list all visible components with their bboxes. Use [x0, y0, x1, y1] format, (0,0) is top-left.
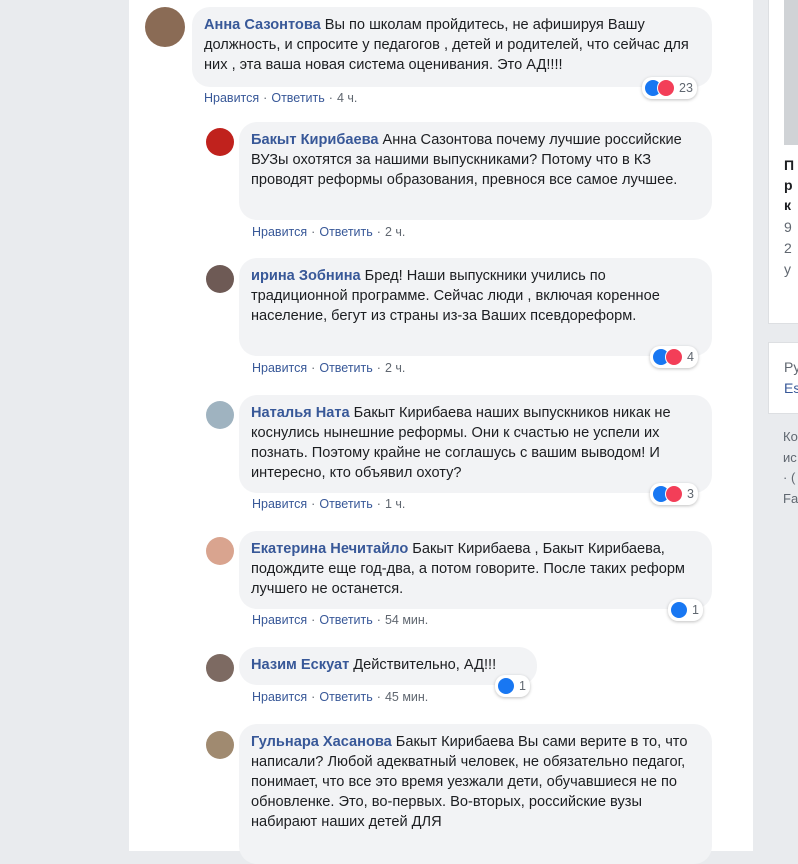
reply-link[interactable]: Ответить [319, 613, 372, 627]
reactions-badge[interactable]: 1 [495, 675, 530, 697]
sidebar-card: П р к 9 2 у [768, 0, 798, 324]
reply-link[interactable]: Ответить [319, 497, 372, 511]
sidebar-text: П [784, 157, 795, 173]
footer-link[interactable]: Fa [783, 491, 798, 506]
sidebar-text: р [784, 177, 793, 193]
like-reaction-icon [497, 677, 515, 695]
comment-actions: Нравится · Ответить · 1 ч. [252, 497, 406, 511]
avatar[interactable] [206, 537, 234, 565]
reply-link[interactable]: Ответить [319, 690, 372, 704]
footer-link[interactable]: · ( [783, 470, 795, 485]
language-link[interactable]: Es [784, 380, 798, 396]
reactions-badge[interactable]: 3 [650, 483, 698, 505]
comment-actions: Нравится · Ответить · 2 ч. [252, 361, 406, 375]
comment-time[interactable]: 45 мин. [385, 690, 428, 704]
sidebar-text: к [784, 197, 792, 213]
reaction-count: 23 [679, 81, 693, 95]
comment-author[interactable]: Назим Ескуат [251, 657, 349, 673]
avatar[interactable] [206, 401, 234, 429]
reactions-badge[interactable]: 1 [668, 599, 703, 621]
reaction-count: 1 [692, 603, 699, 617]
comment-author[interactable]: Екатерина Нечитайло [251, 541, 408, 557]
comment-bubble: Наталья Ната Бакыт Кирибаева наших выпуск… [239, 395, 712, 493]
reaction-count: 4 [687, 350, 694, 364]
reactions-badge[interactable]: 4 [650, 346, 698, 368]
sidebar-card-image[interactable] [784, 0, 798, 145]
comment-actions: Нравится · Ответить · 4 ч. [204, 91, 358, 105]
comment-author[interactable]: Наталья Ната [251, 405, 350, 421]
comment-bubble: ирина Зобнина Бред! Наши выпускники учили… [239, 258, 712, 356]
comment-actions: Нравится · Ответить · 45 мин. [252, 690, 429, 704]
comment-bubble: Гульнара Хасанова Бакыт Кирибаева Вы сами… [239, 724, 712, 864]
like-reaction-icon [670, 601, 688, 619]
avatar[interactable] [206, 731, 234, 759]
comment-time[interactable]: 54 мин. [385, 613, 428, 627]
reply-link[interactable]: Ответить [319, 361, 372, 375]
right-sidebar: П р к 9 2 у Ру Es Ко ис · ( Fa [768, 0, 798, 851]
sidebar-text: 2 [784, 240, 792, 256]
like-link[interactable]: Нравится [252, 497, 307, 511]
love-reaction-icon [665, 348, 683, 366]
language-link[interactable]: Ру [784, 359, 798, 375]
comment-author[interactable]: Гульнара Хасанова [251, 734, 392, 750]
comment-time[interactable]: 2 ч. [385, 361, 405, 375]
like-link[interactable]: Нравится [252, 361, 307, 375]
love-reaction-icon [665, 485, 683, 503]
comment-time[interactable]: 4 ч. [337, 91, 357, 105]
comment-time[interactable]: 2 ч. [385, 225, 405, 239]
like-link[interactable]: Нравится [252, 690, 307, 704]
love-reaction-icon [657, 79, 675, 97]
footer-link[interactable]: Ко [783, 429, 798, 444]
comment-text: Действительно, АД!!! [353, 657, 497, 673]
avatar[interactable] [206, 265, 234, 293]
like-link[interactable]: Нравится [252, 613, 307, 627]
sidebar-text: 9 [784, 219, 792, 235]
comment-author[interactable]: Анна Сазонтова [204, 17, 321, 33]
reply-link[interactable]: Ответить [271, 91, 324, 105]
comment-actions: Нравится · Ответить · 54 мин. [252, 613, 429, 627]
comment-author[interactable]: Бакыт Кирибаева [251, 132, 378, 148]
language-card: Ру Es [768, 342, 798, 414]
sidebar-text: у [784, 261, 791, 277]
comment-actions: Нравится · Ответить · 2 ч. [252, 225, 406, 239]
comment-bubble: Екатерина Нечитайло Бакыт Кирибаева , Бак… [239, 531, 712, 609]
like-link[interactable]: Нравится [252, 225, 307, 239]
comments-feed: Анна Сазонтова Вы по школам пройдитесь, н… [129, 0, 753, 864]
comment-author[interactable]: ирина Зобнина [251, 268, 361, 284]
reaction-count: 1 [519, 679, 526, 693]
avatar[interactable] [206, 128, 234, 156]
reaction-count: 3 [687, 487, 694, 501]
avatar[interactable] [206, 654, 234, 682]
comment-time[interactable]: 1 ч. [385, 497, 405, 511]
comment-bubble: Бакыт Кирибаева Анна Сазонтова почему луч… [239, 122, 712, 220]
footer-link[interactable]: ис [783, 450, 797, 465]
like-link[interactable]: Нравится [204, 91, 259, 105]
comment-bubble: Назим Ескуат Действительно, АД!!! [239, 647, 537, 685]
reply-link[interactable]: Ответить [319, 225, 372, 239]
comment-bubble: Анна Сазонтова Вы по школам пройдитесь, н… [192, 7, 712, 87]
reactions-badge[interactable]: 23 [642, 77, 697, 99]
avatar[interactable] [145, 7, 185, 47]
